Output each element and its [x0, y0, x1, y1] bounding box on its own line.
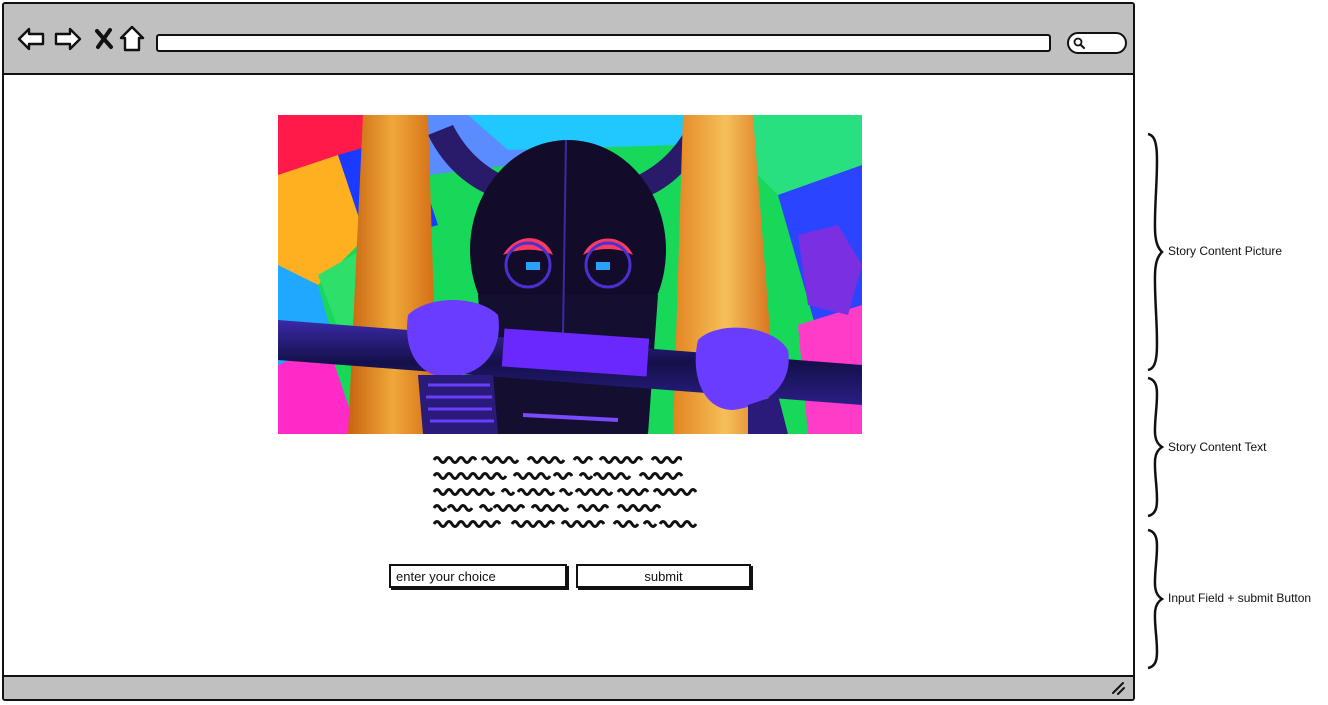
- annotation-label: Story Content Picture: [1168, 244, 1283, 258]
- browser-window: submit: [2, 2, 1135, 701]
- arrow-right-icon: [54, 27, 82, 51]
- story-text-line: [432, 483, 712, 499]
- status-bar: [4, 675, 1133, 699]
- choice-input[interactable]: [389, 564, 567, 588]
- annotation-label: Input Field + submit Button: [1168, 591, 1312, 605]
- story-text-line: [432, 515, 712, 531]
- home-icon: [119, 25, 145, 52]
- search-icon: [1073, 37, 1085, 49]
- story-text-line: [432, 451, 712, 467]
- page-content: submit: [4, 75, 1133, 679]
- stop-button[interactable]: [90, 24, 120, 54]
- address-bar[interactable]: [156, 34, 1051, 52]
- forward-button[interactable]: [53, 24, 83, 54]
- browser-toolbar: [4, 4, 1133, 75]
- wireframe-stage: submit Story Content Picture Story Conte…: [0, 0, 1328, 705]
- brace-icon: [1146, 132, 1166, 372]
- story-text-line: [432, 467, 712, 483]
- resize-grip-icon: [1112, 682, 1125, 695]
- arrow-left-icon: [17, 27, 45, 51]
- resize-grip[interactable]: [1111, 681, 1125, 695]
- story-content-text: [432, 451, 712, 531]
- annotation-label: Story Content Text: [1168, 440, 1267, 454]
- back-button[interactable]: [16, 24, 46, 54]
- story-text-line: [432, 499, 712, 515]
- home-button[interactable]: [117, 24, 147, 54]
- story-content-picture: [278, 115, 862, 434]
- submit-button[interactable]: submit: [576, 564, 751, 588]
- browser-search-button[interactable]: [1067, 32, 1127, 54]
- close-icon: [95, 28, 113, 49]
- brace-icon: [1146, 376, 1166, 518]
- brace-icon: [1146, 528, 1166, 670]
